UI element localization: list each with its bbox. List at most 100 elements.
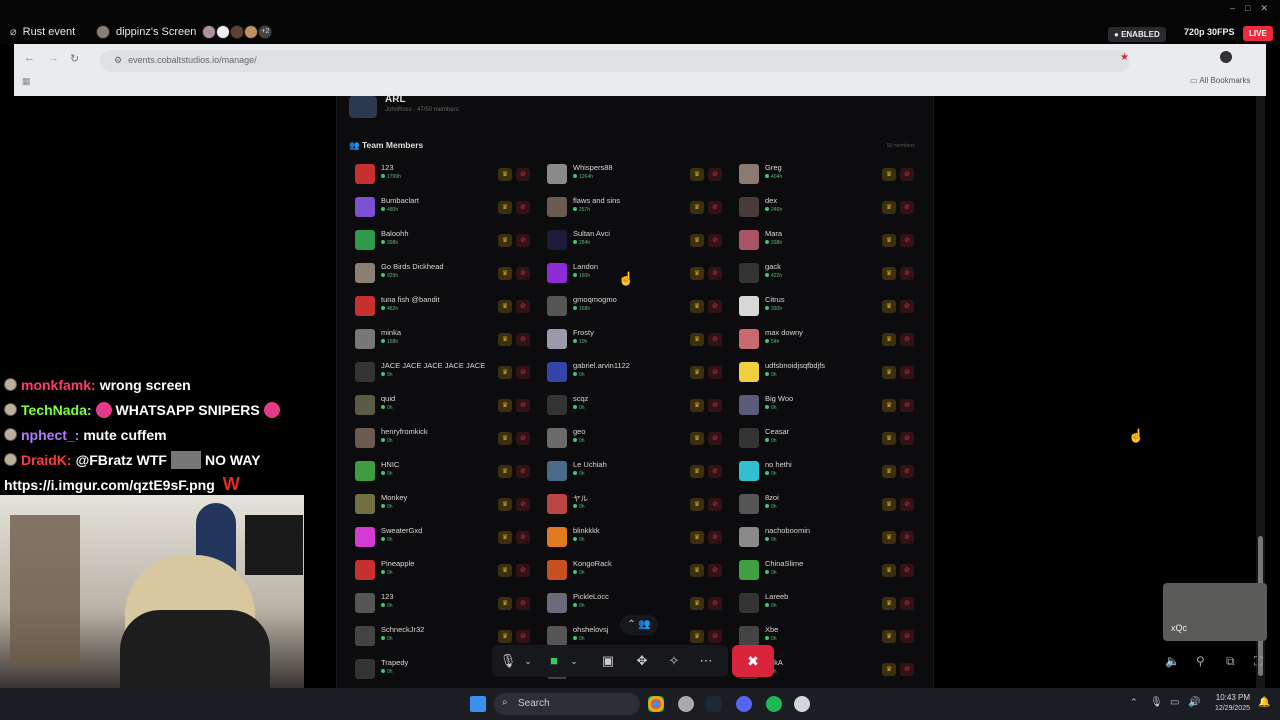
kick-button[interactable]: ⊘ bbox=[516, 300, 530, 313]
participant-avatar[interactable] bbox=[230, 25, 245, 39]
promote-button[interactable]: ♛ bbox=[882, 630, 896, 643]
kick-button[interactable]: ⊘ bbox=[708, 201, 722, 214]
member-row[interactable]: Bumbaclart 480h ♛ ⊘ bbox=[355, 195, 543, 223]
tray-chevron-icon[interactable]: ⌃ bbox=[1130, 697, 1138, 708]
participant-avatar[interactable] bbox=[216, 25, 231, 39]
kick-button[interactable]: ⊘ bbox=[516, 333, 530, 346]
kick-button[interactable]: ⊘ bbox=[900, 465, 914, 478]
app-icon[interactable] bbox=[794, 696, 810, 712]
settings-icon[interactable] bbox=[678, 696, 694, 712]
kick-button[interactable]: ⊘ bbox=[516, 531, 530, 544]
kick-button[interactable]: ⊘ bbox=[900, 399, 914, 412]
promote-button[interactable]: ♛ bbox=[498, 267, 512, 280]
member-row[interactable]: Baloohh 398h ♛ ⊘ bbox=[355, 228, 543, 256]
member-row[interactable]: Go Birds Dickhead 929h ♛ ⊘ bbox=[355, 261, 543, 289]
promote-button[interactable]: ♛ bbox=[498, 465, 512, 478]
member-row[interactable]: Sultan Avci 284h ♛ ⊘ bbox=[547, 228, 735, 256]
all-bookmarks[interactable]: ▭ All Bookmarks bbox=[1190, 76, 1250, 85]
promote-button[interactable]: ♛ bbox=[690, 168, 704, 181]
kick-button[interactable]: ⊘ bbox=[900, 630, 914, 643]
kick-button[interactable]: ⊘ bbox=[516, 465, 530, 478]
member-row[interactable]: gack 422h ♛ ⊘ bbox=[739, 261, 927, 289]
camera-options-chevron-icon[interactable]: ⌄ bbox=[564, 651, 584, 671]
member-row[interactable]: HNIC 0h ♛ ⊘ bbox=[355, 459, 543, 487]
kick-button[interactable]: ⊘ bbox=[708, 564, 722, 577]
member-row[interactable]: dex 246h ♛ ⊘ bbox=[739, 195, 927, 223]
address-bar[interactable]: ⚙ events.cobaltstudios.io/manage/ bbox=[100, 50, 1130, 72]
mini-webcam[interactable]: xQc bbox=[1163, 583, 1267, 641]
member-row[interactable]: blinkkkk 0h ♛ ⊘ bbox=[547, 525, 735, 553]
speaker-icon[interactable]: 🔊 bbox=[1188, 697, 1200, 708]
back-icon[interactable]: ← bbox=[24, 52, 35, 64]
kick-button[interactable]: ⊘ bbox=[900, 300, 914, 313]
mic-tray-icon[interactable]: 🎙 bbox=[1150, 697, 1163, 708]
promote-button[interactable]: ♛ bbox=[690, 333, 704, 346]
kick-button[interactable]: ⊘ bbox=[900, 597, 914, 610]
kick-button[interactable]: ⊘ bbox=[900, 267, 914, 280]
kick-button[interactable]: ⊘ bbox=[516, 267, 530, 280]
promote-button[interactable]: ♛ bbox=[882, 663, 896, 676]
kick-button[interactable]: ⊘ bbox=[900, 663, 914, 676]
kick-button[interactable]: ⊘ bbox=[900, 333, 914, 346]
promote-button[interactable]: ♛ bbox=[882, 366, 896, 379]
member-row[interactable]: gabriel.arvin1122 0h ♛ ⊘ bbox=[547, 360, 735, 388]
member-row[interactable]: Monkey 0h ♛ ⊘ bbox=[355, 492, 543, 520]
promote-button[interactable]: ♛ bbox=[690, 201, 704, 214]
clock-date[interactable]: 12/29/2025 bbox=[1206, 705, 1250, 712]
participant-avatar[interactable] bbox=[244, 25, 259, 39]
bookmark-star-icon[interactable]: ★ bbox=[1120, 52, 1129, 63]
promote-button[interactable]: ♛ bbox=[690, 267, 704, 280]
site-info-icon[interactable]: ⚙ bbox=[114, 55, 122, 65]
member-row[interactable]: ヤル 0h ♛ ⊘ bbox=[547, 492, 735, 520]
member-row[interactable]: KongoRack 0h ♛ ⊘ bbox=[547, 558, 735, 586]
promote-button[interactable]: ♛ bbox=[882, 432, 896, 445]
member-row[interactable]: JACE JACE JACE JACE JACE 5h ♛ ⊘ bbox=[355, 360, 543, 388]
promote-button[interactable]: ♛ bbox=[882, 465, 896, 478]
member-row[interactable]: Mara 338h ♛ ⊘ bbox=[739, 228, 927, 256]
start-button-icon[interactable] bbox=[470, 696, 486, 712]
promote-button[interactable]: ♛ bbox=[882, 300, 896, 313]
member-row[interactable]: 8zoi 0h ♛ ⊘ bbox=[739, 492, 927, 520]
kick-button[interactable]: ⊘ bbox=[900, 366, 914, 379]
kick-button[interactable]: ⊘ bbox=[516, 630, 530, 643]
clock-time[interactable]: 10:43 PM bbox=[1210, 693, 1250, 702]
kick-button[interactable]: ⊘ bbox=[516, 498, 530, 511]
kick-button[interactable]: ⊘ bbox=[516, 366, 530, 379]
promote-button[interactable]: ♛ bbox=[690, 399, 704, 412]
kick-button[interactable]: ⊘ bbox=[708, 498, 722, 511]
promote-button[interactable]: ♛ bbox=[498, 201, 512, 214]
kick-button[interactable]: ⊘ bbox=[900, 201, 914, 214]
member-row[interactable]: udfsbnoidjsqfbdjfs 0h ♛ ⊘ bbox=[739, 360, 927, 388]
screen-share-tab[interactable]: dippinz's Screen +2 bbox=[96, 25, 273, 39]
window-controls[interactable]: –□✕ bbox=[1230, 3, 1278, 14]
discord-icon[interactable] bbox=[736, 696, 752, 712]
promote-button[interactable]: ♛ bbox=[498, 630, 512, 643]
pin-icon[interactable]: ⚲ bbox=[1196, 654, 1205, 668]
apps-grid-icon[interactable]: ▦ bbox=[22, 76, 31, 87]
disconnect-button[interactable]: ✖ bbox=[732, 645, 774, 677]
promote-button[interactable]: ♛ bbox=[690, 597, 704, 610]
promote-button[interactable]: ♛ bbox=[498, 531, 512, 544]
kick-button[interactable]: ⊘ bbox=[900, 531, 914, 544]
promote-button[interactable]: ♛ bbox=[882, 168, 896, 181]
promote-button[interactable]: ♛ bbox=[498, 597, 512, 610]
kick-button[interactable]: ⊘ bbox=[708, 465, 722, 478]
promote-button[interactable]: ♛ bbox=[690, 300, 704, 313]
member-row[interactable]: Lareeb 0h ♛ ⊘ bbox=[739, 591, 927, 619]
member-row[interactable]: 123 0h ♛ ⊘ bbox=[355, 591, 543, 619]
kick-button[interactable]: ⊘ bbox=[708, 630, 722, 643]
spotify-icon[interactable] bbox=[766, 696, 782, 712]
promote-button[interactable]: ♛ bbox=[690, 465, 704, 478]
kick-button[interactable]: ⊘ bbox=[516, 432, 530, 445]
kick-button[interactable]: ⊘ bbox=[516, 168, 530, 181]
member-row[interactable]: henryfromkick 0h ♛ ⊘ bbox=[355, 426, 543, 454]
promote-button[interactable]: ♛ bbox=[882, 333, 896, 346]
activities-icon[interactable]: ✥ bbox=[632, 651, 652, 671]
chrome-icon[interactable] bbox=[648, 696, 664, 712]
kick-button[interactable]: ⊘ bbox=[516, 597, 530, 610]
network-icon[interactable]: ▭ bbox=[1170, 697, 1179, 708]
member-row[interactable]: Landon 160h ♛ ⊘ bbox=[547, 261, 735, 289]
fullscreen-icon[interactable]: ⛶ bbox=[1254, 654, 1262, 669]
promote-button[interactable]: ♛ bbox=[882, 267, 896, 280]
promote-button[interactable]: ♛ bbox=[690, 531, 704, 544]
